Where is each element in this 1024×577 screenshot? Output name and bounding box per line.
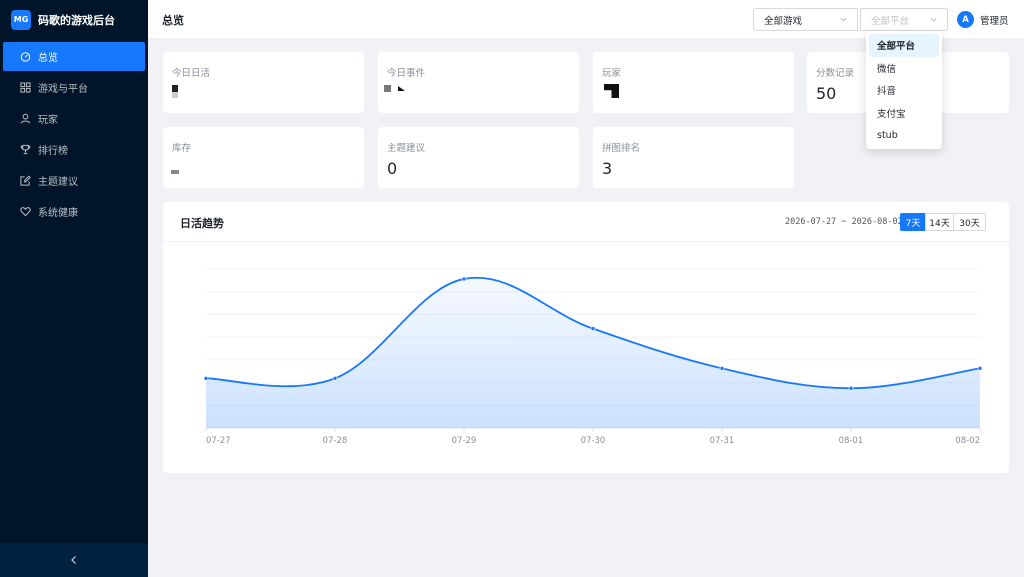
stat-card-inventory: 库存 — [163, 127, 364, 188]
data-point — [848, 385, 854, 391]
sidebar-item-label: 总览 — [38, 53, 58, 64]
range-switch: 7天 14天 30天 — [900, 213, 986, 231]
sidebar-menu: 总览 游戏与平台 玩家 排行榜 主题建议 系统健康 — [0, 42, 148, 226]
sidebar-item-label: 主题建议 — [38, 177, 78, 188]
stat-label: 分数记录 — [816, 68, 855, 79]
dashboard-icon — [19, 51, 31, 63]
stat-card-puzzle-ranking: 拼图排名 3 — [593, 127, 794, 188]
x-tick-label: 08-01 — [839, 436, 864, 446]
dropdown-option-alipay[interactable]: 支付宝 — [869, 102, 939, 125]
redacted-value — [604, 84, 619, 98]
game-select[interactable]: 全部游戏 — [753, 8, 858, 31]
user-name: 管理员 — [980, 15, 1009, 27]
chevron-down-icon — [930, 17, 937, 22]
app-logo: MG — [11, 9, 31, 30]
chevron-down-icon — [840, 17, 847, 22]
trend-title: 日活趋势 — [180, 217, 224, 230]
series-area — [206, 277, 980, 428]
appstore-icon — [19, 82, 31, 94]
redacted-value — [171, 170, 179, 174]
page-title: 总览 — [162, 14, 184, 27]
sidebar-item-games-platforms[interactable]: 游戏与平台 — [3, 73, 145, 102]
stat-card-events: 今日事件 — [378, 52, 579, 113]
avatar: A — [957, 11, 974, 28]
dropdown-option-stub[interactable]: stub — [869, 124, 939, 147]
redacted-value — [172, 92, 178, 98]
brand: MG 码歌的游戏后台 — [0, 0, 148, 39]
stat-label: 今日事件 — [387, 68, 426, 79]
sidebar-item-leaderboard[interactable]: 排行榜 — [3, 135, 145, 164]
sidebar-item-label: 游戏与平台 — [38, 84, 88, 95]
sidebar-item-label: 系统健康 — [38, 208, 78, 219]
sidebar-collapse-button[interactable] — [0, 543, 148, 577]
x-tick-label: 07-27 — [206, 436, 231, 446]
user-icon — [19, 113, 31, 125]
stat-card-players: 玩家 — [593, 52, 794, 113]
trend-card: 日活趋势 2026-07-27 ~ 2026-08-02 7天 14天 30天 … — [163, 202, 1009, 473]
sidebar-item-theme-suggestions[interactable]: 主题建议 — [3, 166, 145, 195]
x-tick-label: 07-28 — [323, 436, 348, 446]
dropdown-option-wechat[interactable]: 微信 — [869, 57, 939, 80]
stat-card-daily-active: 今日日活 — [163, 52, 364, 113]
stat-label: 拼图排名 — [602, 143, 641, 154]
range-30d-button[interactable]: 30天 — [953, 213, 986, 231]
sidebar-item-system-health[interactable]: 系统健康 — [3, 197, 145, 226]
data-point — [719, 366, 725, 371]
stat-value: 50 — [816, 84, 837, 103]
sidebar-item-label: 玩家 — [38, 115, 58, 126]
platform-select-placeholder: 全部平台 — [871, 15, 910, 27]
data-point — [461, 276, 467, 282]
dropdown-option-all[interactable]: 全部平台 — [869, 34, 939, 57]
redacted-value — [398, 86, 405, 91]
range-7d-button[interactable]: 7天 — [900, 213, 926, 231]
range-14d-button[interactable]: 14天 — [925, 213, 954, 231]
edit-icon — [19, 175, 31, 187]
user-menu[interactable]: A 管理员 — [957, 11, 1009, 28]
stat-label: 主题建议 — [387, 143, 426, 154]
stat-value: 0 — [387, 159, 398, 178]
x-tick-label: 08-02 — [955, 436, 980, 446]
trend-card-header: 日活趋势 2026-07-27 ~ 2026-08-02 7天 14天 30天 — [163, 202, 1009, 242]
sidebar: MG 码歌的游戏后台 总览 游戏与平台 玩家 排行榜 主题建议 系统健康 — [0, 0, 148, 577]
app-title: 码歌的游戏后台 — [38, 13, 115, 27]
stat-label: 玩家 — [602, 68, 622, 79]
chevron-left-icon — [71, 556, 76, 564]
data-point — [332, 376, 338, 381]
x-tick-label: 07-30 — [581, 436, 606, 446]
x-tick-label: 07-31 — [710, 436, 735, 446]
stat-value: 3 — [602, 159, 613, 178]
redacted-value — [172, 85, 178, 92]
trophy-icon — [19, 144, 31, 156]
sidebar-item-label: 排行榜 — [38, 146, 68, 157]
data-point — [203, 376, 209, 381]
trend-chart: 07-27 07-28 07-29 07-30 07-31 08-01 08-02 — [203, 268, 983, 446]
sidebar-item-players[interactable]: 玩家 — [3, 104, 145, 133]
heart-icon — [19, 206, 31, 218]
stat-label: 今日日活 — [172, 68, 211, 79]
data-point — [590, 326, 596, 331]
data-point — [977, 366, 983, 371]
x-tick-label: 07-29 — [452, 436, 477, 446]
platform-select[interactable]: 全部平台 — [860, 8, 948, 31]
stat-label: 库存 — [172, 143, 192, 154]
dropdown-option-douyin[interactable]: 抖音 — [869, 79, 939, 102]
platform-dropdown: 全部平台 微信 抖音 支付宝 stub — [866, 31, 942, 149]
stat-card-theme-suggestions: 主题建议 0 — [378, 127, 579, 188]
sidebar-item-overview[interactable]: 总览 — [3, 42, 145, 71]
redacted-value — [384, 85, 391, 92]
date-range: 2026-07-27 ~ 2026-08-02 — [785, 217, 903, 227]
game-select-value: 全部游戏 — [764, 15, 803, 27]
